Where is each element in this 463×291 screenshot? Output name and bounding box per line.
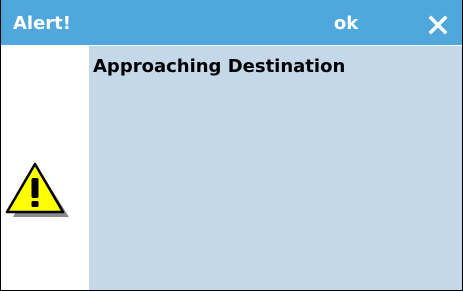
alert-message: Approaching Destination bbox=[93, 56, 346, 77]
message-panel: Approaching Destination bbox=[89, 46, 462, 290]
ok-button[interactable]: ok bbox=[329, 13, 363, 37]
title-bar: Alert! ok bbox=[1, 0, 462, 45]
alert-dialog: Alert! ok Approaching Destination bbox=[0, 0, 463, 291]
icon-column bbox=[1, 46, 89, 290]
close-icon bbox=[428, 15, 448, 35]
warning-icon bbox=[5, 162, 69, 217]
close-button[interactable] bbox=[426, 13, 450, 37]
dialog-title: Alert! bbox=[13, 13, 71, 34]
